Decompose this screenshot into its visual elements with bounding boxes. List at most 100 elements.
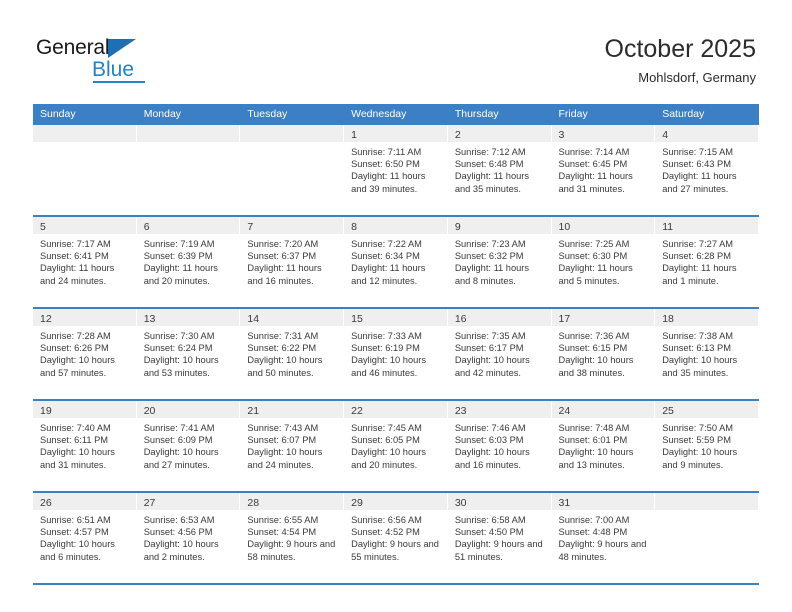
day-cell[interactable]: 13 Sunrise: 7:30 AM Sunset: 6:24 PM Dayligh… <box>136 309 241 399</box>
day-cell[interactable]: 20 Sunrise: 7:41 AM Sunset: 6:09 PM Dayligh… <box>136 401 241 491</box>
sunrise-text: Sunrise: 7:41 AM <box>143 423 215 433</box>
sunset-text: Sunset: 6:22 PM <box>247 343 317 354</box>
day-cell[interactable]: 14 Sunrise: 7:31 AM Sunset: 6:22 PM Dayligh… <box>240 309 345 399</box>
day-details: Sunrise: 7:43 AM Sunset: 6:07 PM Daylight:… <box>240 418 343 471</box>
general-blue-logo[interactable]: General Blue <box>36 36 156 84</box>
day-cell[interactable]: 5 Sunrise: 7:17 AM Sunset: 6:41 PM Daylight… <box>33 217 137 307</box>
sunrise-text: Sunrise: 7:15 AM <box>662 147 734 157</box>
day-number: 11 <box>662 221 674 233</box>
daylight-text: Daylight: 11 hours and 39 minutes. <box>351 171 426 194</box>
day-cell[interactable]: 6 Sunrise: 7:19 AM Sunset: 6:39 PM Daylight… <box>136 217 241 307</box>
day-number: 17 <box>558 313 571 325</box>
day-cell[interactable]: 22 Sunrise: 7:45 AM Sunset: 6:05 PM Dayligh… <box>344 401 448 491</box>
day-cell[interactable]: 4 Sunrise: 7:15 AM Sunset: 6:43 PM Daylight… <box>655 125 759 215</box>
daylight-text: Daylight: 10 hours and 24 minutes. <box>247 447 323 470</box>
sunrise-text: Sunrise: 7:30 AM <box>143 331 215 341</box>
daylight-text: Daylight: 10 hours and 35 minutes. <box>662 355 738 378</box>
sunrise-text: Sunrise: 7:36 AM <box>558 331 630 341</box>
day-number-band: 20 <box>136 401 240 418</box>
day-cell[interactable]: 26 Sunrise: 6:51 AM Sunset: 4:57 PM Dayligh… <box>33 493 137 583</box>
day-number-band: 8 <box>344 217 447 234</box>
day-cell[interactable]: 25 Sunrise: 7:50 AM Sunset: 5:59 PM Dayligh… <box>655 401 759 491</box>
day-cell[interactable]: 18 Sunrise: 7:38 AM Sunset: 6:13 PM Dayligh… <box>655 309 759 399</box>
day-details: Sunrise: 7:20 AM Sunset: 6:37 PM Daylight:… <box>240 234 343 287</box>
day-number-band: 2 <box>447 125 551 142</box>
day-details: Sunrise: 7:46 AM Sunset: 6:03 PM Daylight:… <box>448 418 551 471</box>
day-details: Sunrise: 7:00 AM Sunset: 4:48 PM Daylight:… <box>552 510 655 563</box>
day-number: 31 <box>558 497 571 509</box>
day-cell[interactable]: 21 Sunrise: 7:43 AM Sunset: 6:07 PM Dayligh… <box>240 401 345 491</box>
day-cell[interactable]: 9 Sunrise: 7:23 AM Sunset: 6:32 PM Daylight… <box>447 217 552 307</box>
day-details: Sunrise: 7:19 AM Sunset: 6:39 PM Daylight:… <box>137 234 240 287</box>
day-cell[interactable]: 3 Sunrise: 7:14 AM Sunset: 6:45 PM Daylight… <box>551 125 656 215</box>
day-number: 6 <box>143 221 150 233</box>
day-cell[interactable]: 11 Sunrise: 7:27 AM Sunset: 6:28 PM Dayligh… <box>655 217 759 307</box>
day-number: 18 <box>662 313 674 325</box>
daylight-text: Daylight: 10 hours and 20 minutes. <box>351 447 427 470</box>
day-number: 12 <box>40 313 52 325</box>
sunrise-text: Sunrise: 7:45 AM <box>351 423 422 433</box>
daylight-text: Daylight: 10 hours and 16 minutes. <box>454 447 530 470</box>
day-cell[interactable]: 17 Sunrise: 7:36 AM Sunset: 6:15 PM Dayligh… <box>551 309 656 399</box>
daylight-text: Daylight: 10 hours and 53 minutes. <box>143 355 219 378</box>
day-number: 26 <box>40 497 52 509</box>
sunrise-text: Sunrise: 7:12 AM <box>454 147 526 157</box>
sunset-text: Sunset: 6:37 PM <box>247 251 317 262</box>
sunset-text: Sunset: 6:05 PM <box>351 435 420 446</box>
page-header: General Blue October 2025 Mohlsdorf, Ger… <box>0 0 792 104</box>
day-number: 1 <box>351 129 357 141</box>
day-number-band: 23 <box>447 401 551 418</box>
day-cell[interactable]: 2 Sunrise: 7:12 AM Sunset: 6:48 PM Daylight… <box>447 125 552 215</box>
sunset-text: Sunset: 4:54 PM <box>247 527 317 538</box>
daylight-text: Daylight: 11 hours and 12 minutes. <box>351 263 426 286</box>
day-number-band: 19 <box>33 401 136 418</box>
day-cell[interactable]: 16 Sunrise: 7:35 AM Sunset: 6:17 PM Dayligh… <box>447 309 552 399</box>
day-number-band: 12 <box>33 309 136 326</box>
day-number-band: 11 <box>655 217 758 234</box>
sunset-text: Sunset: 6:15 PM <box>558 343 628 354</box>
day-number-band: 27 <box>136 493 240 510</box>
day-cell[interactable]: 24 Sunrise: 7:48 AM Sunset: 6:01 PM Dayligh… <box>551 401 656 491</box>
sunrise-text: Sunrise: 7:46 AM <box>454 423 526 433</box>
day-cell[interactable]: 15 Sunrise: 7:33 AM Sunset: 6:19 PM Dayligh… <box>344 309 448 399</box>
day-cell[interactable]: 19 Sunrise: 7:40 AM Sunset: 6:11 PM Dayligh… <box>33 401 137 491</box>
week-row: 26 Sunrise: 6:51 AM Sunset: 4:57 PM Dayligh… <box>33 493 759 585</box>
day-cell[interactable]: 30 Sunrise: 6:58 AM Sunset: 4:50 PM Dayligh… <box>447 493 552 583</box>
daylight-text: Daylight: 10 hours and 2 minutes. <box>143 539 219 562</box>
day-cell[interactable]: 31 Sunrise: 7:00 AM Sunset: 4:48 PM Dayligh… <box>551 493 656 583</box>
day-cell[interactable]: 10 Sunrise: 7:25 AM Sunset: 6:30 PM Dayligh… <box>551 217 656 307</box>
day-cell[interactable]: 29 Sunrise: 6:56 AM Sunset: 4:52 PM Dayligh… <box>344 493 448 583</box>
sunset-text: Sunset: 6:24 PM <box>143 343 213 354</box>
sunset-text: Sunset: 6:26 PM <box>40 343 109 354</box>
sunset-text: Sunset: 6:30 PM <box>558 251 628 262</box>
daylight-text: Daylight: 10 hours and 46 minutes. <box>351 355 427 378</box>
sunset-text: Sunset: 6:39 PM <box>143 251 213 262</box>
day-cell[interactable]: 27 Sunrise: 6:53 AM Sunset: 4:56 PM Dayligh… <box>136 493 241 583</box>
day-number-band: 7 <box>240 217 344 234</box>
day-cell[interactable]: 1 Sunrise: 7:11 AM Sunset: 6:50 PM Daylight… <box>344 125 448 215</box>
day-number-band: 4 <box>655 125 758 142</box>
logo-underline <box>93 81 145 83</box>
day-details: Sunrise: 7:31 AM Sunset: 6:22 PM Daylight:… <box>240 326 343 379</box>
day-number-band <box>136 125 240 142</box>
day-cell[interactable]: 28 Sunrise: 6:55 AM Sunset: 4:54 PM Dayligh… <box>240 493 345 583</box>
week-row: 5 Sunrise: 7:17 AM Sunset: 6:41 PM Daylight… <box>33 217 759 309</box>
daylight-text: Daylight: 11 hours and 5 minutes. <box>558 263 633 286</box>
day-cell[interactable]: 23 Sunrise: 7:46 AM Sunset: 6:03 PM Dayligh… <box>447 401 552 491</box>
day-cell[interactable]: 12 Sunrise: 7:28 AM Sunset: 6:26 PM Dayligh… <box>33 309 137 399</box>
day-details: Sunrise: 7:35 AM Sunset: 6:17 PM Daylight:… <box>448 326 551 379</box>
day-number-band: 15 <box>344 309 447 326</box>
weekday-header-saturday: Saturday <box>662 108 705 120</box>
sunset-text: Sunset: 6:09 PM <box>143 435 213 446</box>
calendar-page: General Blue October 2025 Mohlsdorf, Ger… <box>0 0 792 612</box>
sunset-text: Sunset: 4:48 PM <box>558 527 628 538</box>
day-number: 29 <box>351 497 363 509</box>
day-cell[interactable]: 8 Sunrise: 7:22 AM Sunset: 6:34 PM Daylight… <box>344 217 448 307</box>
day-cell[interactable]: 7 Sunrise: 7:20 AM Sunset: 6:37 PM Daylight… <box>240 217 345 307</box>
day-number-band: 10 <box>551 217 655 234</box>
weekday-header-sunday: Sunday <box>40 108 76 120</box>
day-number-band: 13 <box>136 309 240 326</box>
day-number: 14 <box>247 313 260 325</box>
sunset-text: Sunset: 6:01 PM <box>558 435 628 446</box>
sunrise-text: Sunrise: 7:27 AM <box>662 239 734 249</box>
